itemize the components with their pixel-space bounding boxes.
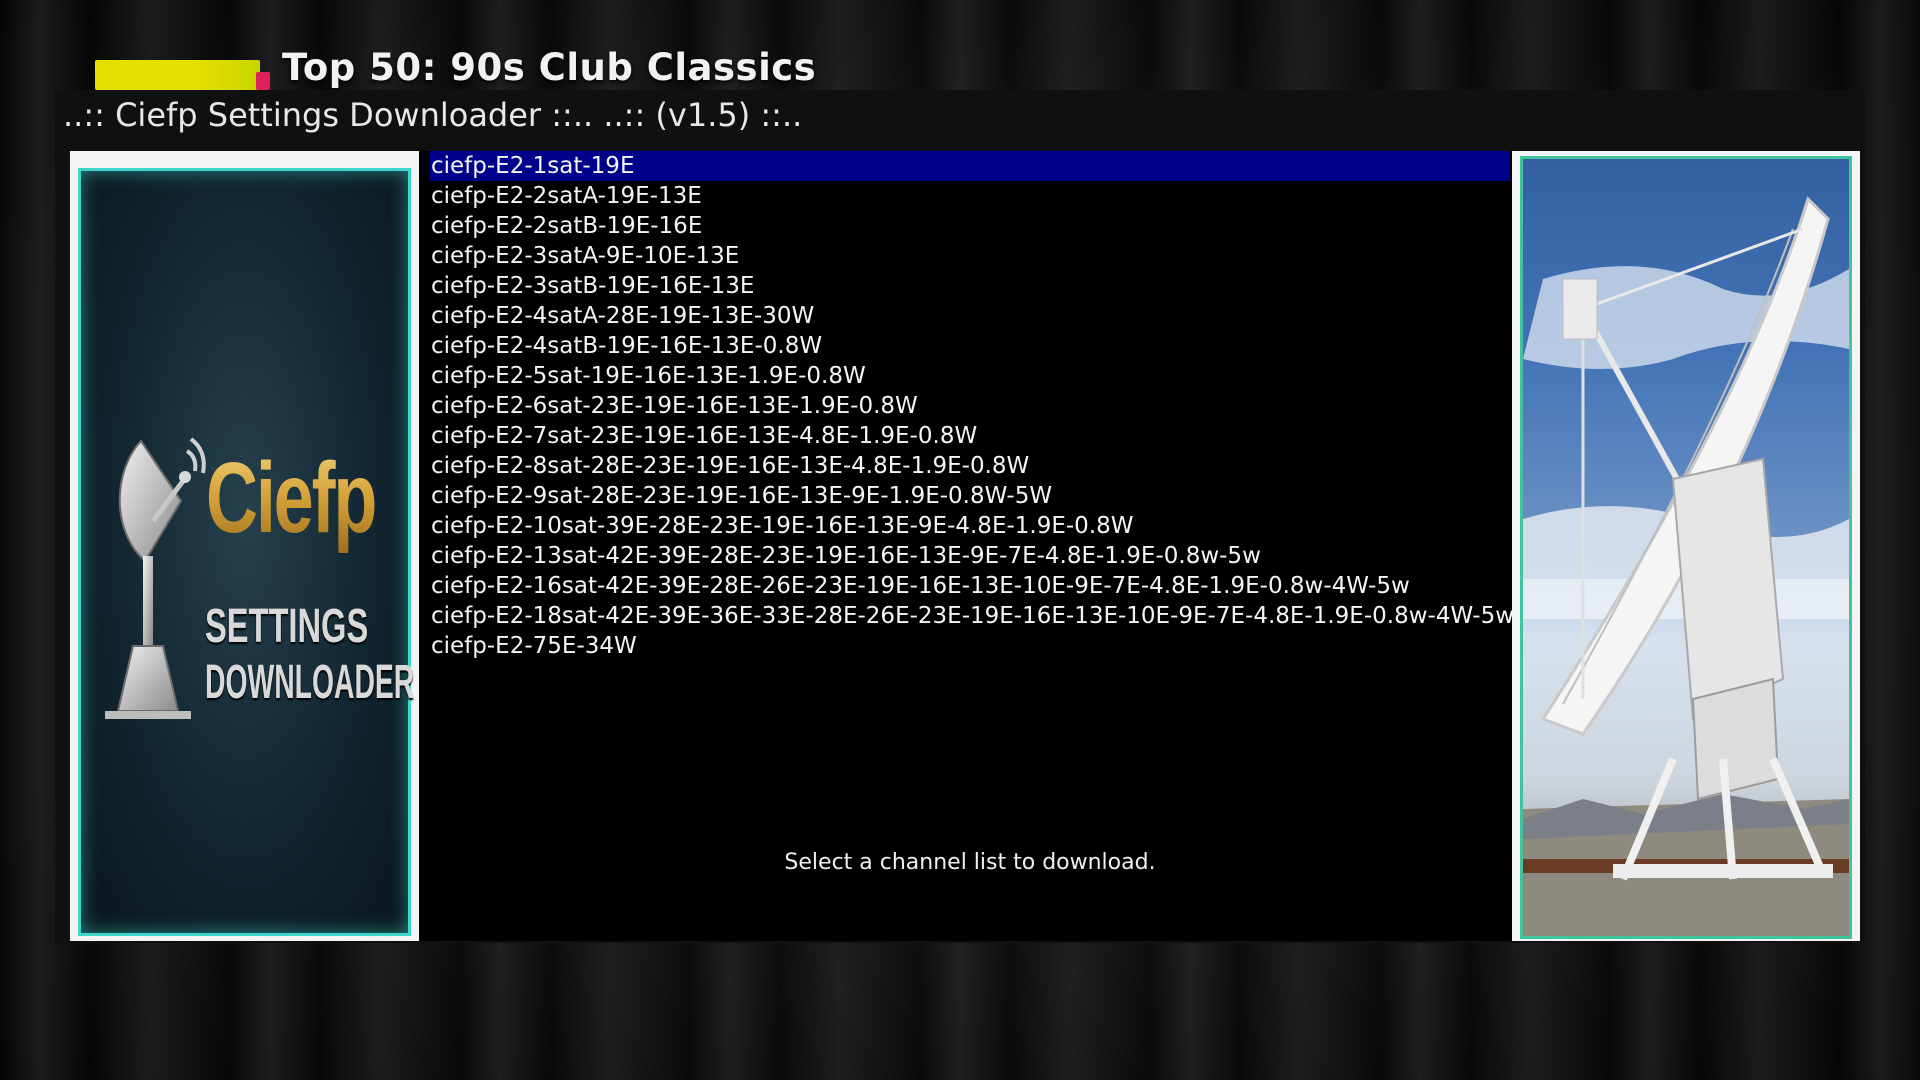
image-card <box>1520 156 1852 939</box>
channel-list-item[interactable]: ciefp-E2-16sat-42E-39E-28E-26E-23E-19E-1… <box>430 571 1510 601</box>
channel-list-item[interactable]: ciefp-E2-13sat-42E-39E-28E-23E-19E-16E-1… <box>430 541 1510 571</box>
channel-list-item[interactable]: ciefp-E2-2satA-19E-13E <box>430 181 1510 211</box>
channel-list-item[interactable]: ciefp-E2-4satB-19E-16E-13E-0.8W <box>430 331 1510 361</box>
channel-list-item[interactable]: ciefp-E2-4satA-28E-19E-13E-30W <box>430 301 1510 331</box>
channel-list-item[interactable]: ciefp-E2-1sat-19E <box>430 151 1510 181</box>
status-message: Select a channel list to download. <box>784 850 1156 875</box>
channel-list-item[interactable]: ciefp-E2-7sat-23E-19E-16E-13E-4.8E-1.9E-… <box>430 421 1510 451</box>
radio-telescope-dish-icon <box>1523 159 1849 936</box>
channel-list-item[interactable]: ciefp-E2-3satB-19E-16E-13E <box>430 271 1510 301</box>
logo-line-downloader: DOWNLOADER <box>205 656 415 709</box>
logo-card: Ciefp SETTINGS DOWNLOADER <box>78 168 415 936</box>
satellite-dish-icon <box>105 437 206 719</box>
logo-line-settings: SETTINGS <box>205 600 369 653</box>
window-title: ..:: Ciefp Settings Downloader ::.. ..::… <box>63 96 803 134</box>
channel-list-item[interactable]: ciefp-E2-8sat-28E-23E-19E-16E-13E-4.8E-1… <box>430 451 1510 481</box>
logo-brand: Ciefp <box>206 442 377 554</box>
channel-list-item[interactable]: ciefp-E2-75E-34W <box>430 631 1510 661</box>
channel-list[interactable]: ciefp-E2-1sat-19E ciefp-E2-2satA-19E-13E c… <box>430 151 1514 711</box>
channel-list-item[interactable]: ciefp-E2-3satA-9E-10E-13E <box>430 241 1510 271</box>
channel-logo <box>95 60 270 90</box>
left-logo-panel: Ciefp SETTINGS DOWNLOADER <box>70 151 419 941</box>
channel-list-item[interactable]: ciefp-E2-5sat-19E-16E-13E-1.9E-0.8W <box>430 361 1510 391</box>
right-image-panel <box>1512 151 1860 941</box>
channel-list-item[interactable]: ciefp-E2-6sat-23E-19E-16E-13E-1.9E-0.8W <box>430 391 1510 421</box>
channel-list-item[interactable]: ciefp-E2-10sat-39E-28E-23E-19E-16E-13E-9… <box>430 511 1510 541</box>
channel-list-item[interactable]: ciefp-E2-2satB-19E-16E <box>430 211 1510 241</box>
channel-list-item[interactable]: ciefp-E2-9sat-28E-23E-19E-16E-13E-9E-1.9… <box>430 481 1510 511</box>
channel-list-item[interactable]: ciefp-E2-18sat-42E-39E-36E-33E-28E-26E-2… <box>430 601 1514 631</box>
background-show-title: Top 50: 90s Club Classics <box>282 46 817 89</box>
